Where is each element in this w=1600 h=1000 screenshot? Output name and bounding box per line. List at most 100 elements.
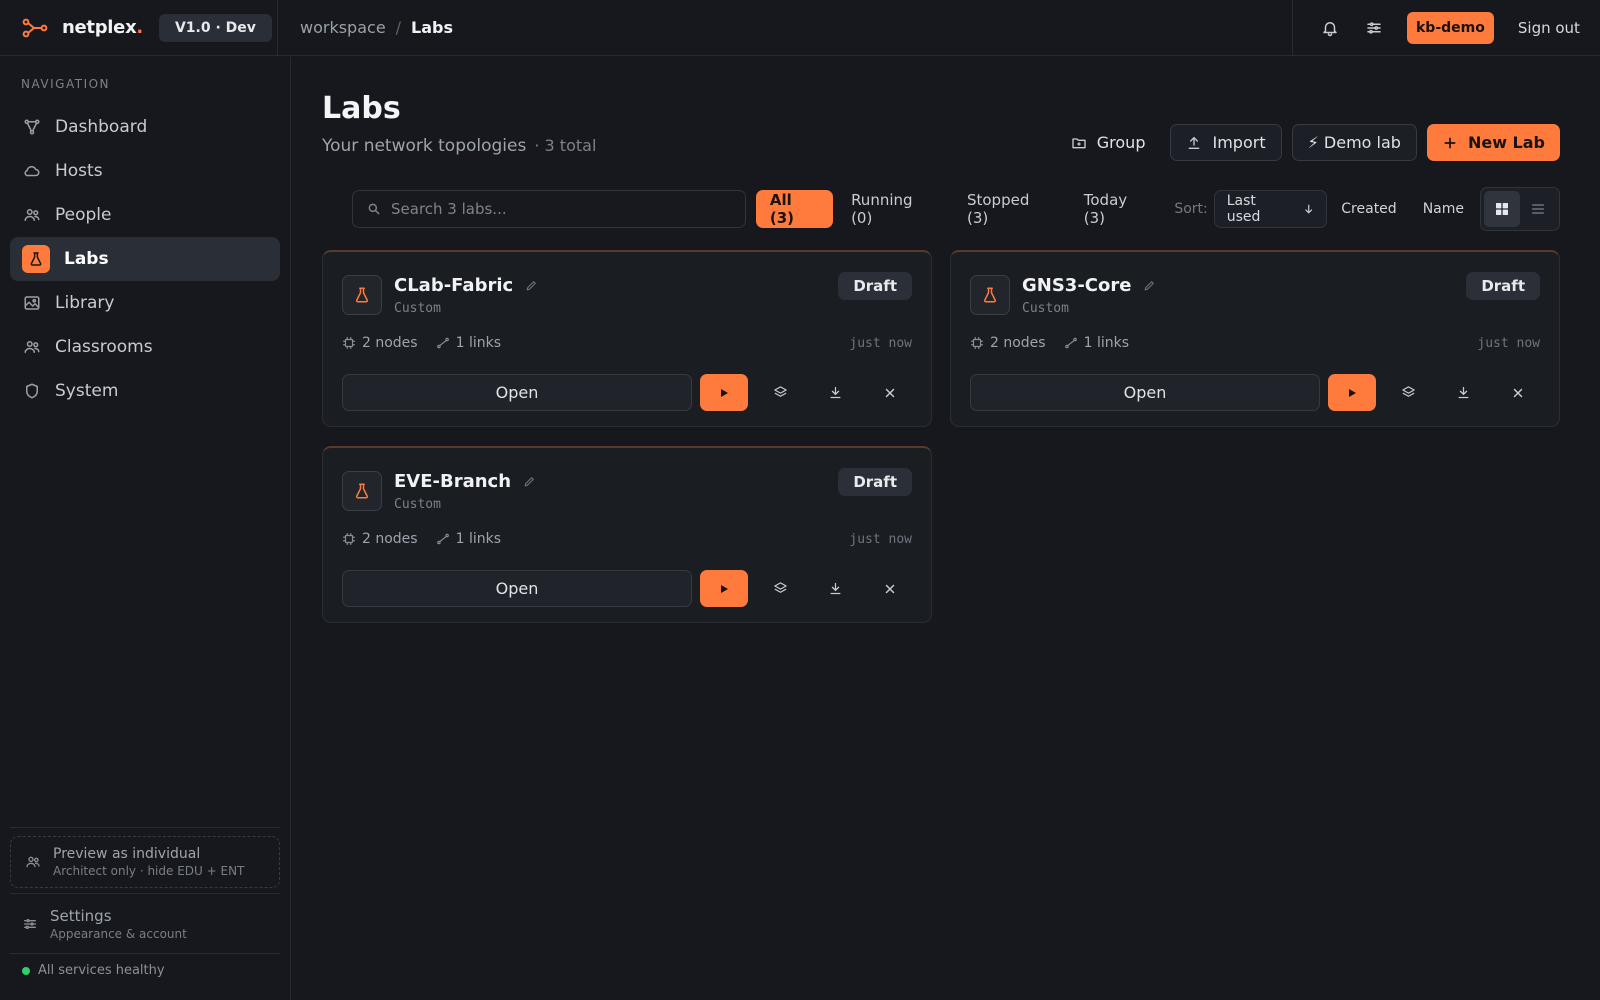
sidebar-item-dashboard[interactable]: Dashboard [10,105,280,149]
sidebar-item-hosts[interactable]: Hosts [10,149,280,193]
new-lab-button[interactable]: New Lab [1426,124,1560,161]
sidebar-item-label: Labs [64,249,109,269]
link-icon [1064,337,1077,349]
layers-icon [1401,386,1415,397]
pencil-icon[interactable] [1143,279,1156,292]
view-toggle [1480,187,1560,231]
page-actions: Group Import ⚡ Demo lab New Lab [1046,124,1560,161]
delete-button[interactable] [1494,374,1542,411]
sidebar-divider [10,893,280,894]
demo-lab-button[interactable]: ⚡ Demo lab [1291,124,1417,161]
status-badge: Draft [838,272,912,300]
nav-section-title: NAVIGATION [21,77,111,91]
version-badge: V1.0 · Dev [158,13,272,42]
sidebar-item-system[interactable]: System [10,369,280,413]
list-view-button[interactable] [1520,191,1556,227]
sort-name[interactable]: Name [1423,201,1476,217]
start-button[interactable] [1328,374,1376,411]
sidebar-item-library[interactable]: Library [10,281,280,325]
graph-icon [24,119,40,135]
sidebar-item-label: Dashboard [55,117,148,137]
sort-select[interactable]: Last used [1213,190,1328,228]
user-badge[interactable]: kb-demo [1407,12,1494,44]
delete-button[interactable] [866,374,914,411]
arrow-down-icon [1305,204,1313,214]
lab-card[interactable]: CLab-Fabric Custom Draft 2 nodes 1 links… [322,250,932,427]
filter-running[interactable]: Running (0) [837,190,949,228]
preview-as-individual-button[interactable]: Preview as individual Architect only · h… [10,836,280,888]
play-icon [721,388,728,397]
link-count: 1 links [436,335,501,351]
start-button[interactable] [700,374,748,411]
sort-created[interactable]: Created [1341,201,1408,217]
filter-today[interactable]: Today (3) [1070,190,1165,228]
open-button[interactable]: Open [342,570,692,607]
download-button[interactable] [811,570,859,607]
flask-icon [342,471,382,511]
search-icon [368,203,380,215]
open-button[interactable]: Open [970,374,1320,411]
search-input[interactable]: Search 3 labs... [352,190,746,228]
settings-link[interactable]: Settings Appearance & account [22,907,187,941]
sliders-icon[interactable] [1357,11,1391,45]
sidebar-item-classrooms[interactable]: Classrooms [10,325,280,369]
settings-subtitle: Appearance & account [50,927,187,941]
group-button[interactable]: Group [1056,124,1161,161]
start-button[interactable] [700,570,748,607]
image-icon [24,296,40,310]
folder-plus-icon [1072,137,1086,148]
preview-title: Preview as individual [53,846,201,862]
layers-button[interactable] [756,570,804,607]
layers-button[interactable] [1384,374,1432,411]
pencil-icon[interactable] [523,475,536,488]
play-icon [1349,388,1356,397]
lab-name: GNS3-Core [1022,275,1156,296]
settings-title: Settings [50,907,112,925]
layers-icon [773,386,787,397]
users-icon [24,341,40,353]
node-count: 2 nodes [342,335,418,351]
chip-icon [971,337,983,349]
lab-card[interactable]: EVE-Branch Custom Draft 2 nodes 1 links … [322,446,932,623]
sidebar-item-people[interactable]: People [10,193,280,237]
filter-all[interactable]: All (3) [755,190,834,228]
download-button[interactable] [811,374,859,411]
delete-button[interactable] [866,570,914,607]
sidebar-item-label: Hosts [55,161,103,181]
sliders-icon [24,919,36,929]
import-button[interactable]: Import [1170,124,1282,161]
bell-icon[interactable] [1313,11,1347,45]
filter-stopped[interactable]: Stopped (3) [953,190,1066,228]
pencil-icon[interactable] [525,279,538,292]
layers-icon [773,582,787,593]
breadcrumb-workspace[interactable]: workspace [300,18,386,37]
page-title: Labs [322,91,401,126]
lab-count: · 3 total [534,136,597,155]
grid-view-button[interactable] [1484,191,1520,227]
sidebar-divider [10,827,280,828]
status-badge: Draft [838,468,912,496]
link-count: 1 links [1064,335,1129,351]
sidebar-item-labs[interactable]: Labs [10,237,280,281]
page-subtitle: Your network topologies · 3 total [322,136,597,156]
download-button[interactable] [1439,374,1487,411]
node-count: 2 nodes [342,531,418,547]
breadcrumb: workspace / Labs [300,18,453,37]
breadcrumb-separator: / [395,18,402,37]
lab-meta: 2 nodes 1 links [970,335,1147,351]
lab-name: CLab-Fabric [394,275,538,296]
grid-icon [1496,203,1508,215]
close-icon [885,388,895,397]
brand[interactable]: netplex. V1.0 · Dev [0,0,278,56]
open-button[interactable]: Open [342,374,692,411]
lab-card[interactable]: GNS3-Core Custom Draft 2 nodes 1 links j… [950,250,1560,427]
service-status: All services healthy [22,963,165,978]
lab-meta: 2 nodes 1 links [342,531,519,547]
chip-icon [343,337,355,349]
close-icon [1513,388,1523,397]
breadcrumb-current: Labs [411,18,454,37]
sidebar-item-label: System [55,381,119,401]
layers-button[interactable] [756,374,804,411]
sign-out-link[interactable]: Sign out [1518,19,1580,37]
updated-time: just now [849,336,912,351]
